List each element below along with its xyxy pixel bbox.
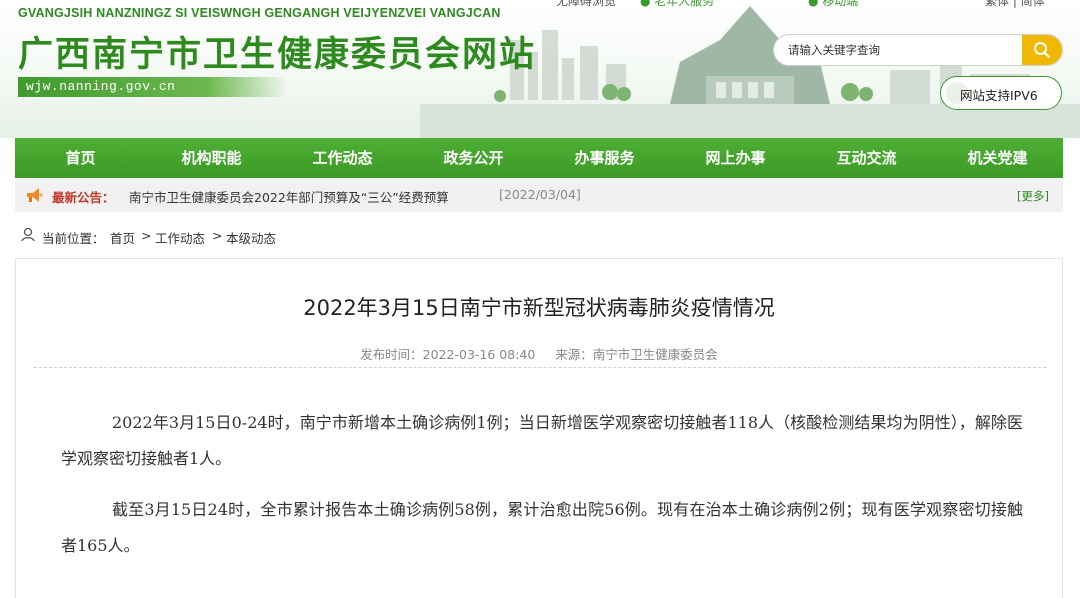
article-publish-time: 发布时间：2022-03-16 08:40 [360,347,536,362]
search-box [773,34,1063,66]
article-divider [34,367,1046,368]
ipv6-badge[interactable]: 网站支持IPV6 [940,76,1062,110]
article-paragraph: 截至3月15日24时，全市累计报告本土确诊病例58例，累计治愈出院56例。现有在… [61,500,1023,555]
search-button[interactable] [1022,35,1062,65]
article-source: 来源：南宁市卫生健康委员会 [555,347,718,362]
breadcrumb-prefix: 当前位置： [42,231,105,246]
article-title: 2022年3月15日南宁市新型冠状病毒肺炎疫情情况 [303,296,775,320]
location-user-icon [21,227,35,242]
site-title-pinyin: GVANGJSIH NANZNINGZ SI VEISWNGH GENGANGH… [18,6,501,20]
nav-item-government-affairs[interactable]: 政务公开 [408,138,539,178]
breadcrumb-separator: > [141,228,152,243]
ipv6-label: 网站支持IPV6 [960,88,1038,103]
notice-link[interactable]: 南宁市卫生健康委员会2022年部门预算及“三公”经费预算 [129,187,449,206]
article-meta: 发布时间：2022-03-16 08:40 来源：南宁市卫生健康委员会 [16,344,1062,363]
nav-item-functions[interactable]: 机构职能 [146,138,277,178]
nav-item-services[interactable]: 办事服务 [539,138,670,178]
site-title[interactable]: 广西南宁市卫生健康委员会网站 [18,26,536,77]
breadcrumb-item-work-news[interactable]: 工作动态 [155,228,205,247]
site-domain-strip: wjw.nanning.gov.cn [18,77,288,97]
search-input[interactable] [774,35,1024,65]
main-nav: 首页 机构职能 工作动态 政务公开 办事服务 网上办事 互动交流 机关党建 [15,138,1063,178]
notice-date: [2022/03/04] [499,187,581,202]
site-domain: wjw.nanning.gov.cn [26,79,176,94]
search-icon [1034,42,1050,58]
notice-label: 最新公告： [52,190,115,205]
article-paragraph: 2022年3月15日0-24时，南宁市新增本土确诊病例1例；当日新增医学观察密切… [61,413,1023,468]
notice-more-link[interactable]: [更多] [1017,188,1049,204]
megaphone-icon [27,188,43,202]
nav-item-interaction[interactable]: 互动交流 [801,138,932,178]
nav-item-party-building[interactable]: 机关党建 [932,138,1063,178]
nav-item-work-news[interactable]: 工作动态 [277,138,408,178]
breadcrumb-item-local-news[interactable]: 本级动态 [226,228,276,247]
nav-item-home[interactable]: 首页 [15,138,146,178]
article-panel: 2022年3月15日南宁市新型冠状病毒肺炎疫情情况 发布时间：2022-03-1… [15,258,1063,598]
breadcrumb-item-home[interactable]: 首页 [110,228,135,247]
notice-bar: 最新公告： 南宁市卫生健康委员会2022年部门预算及“三公”经费预算 [2022… [15,178,1063,212]
site-header: 无障碍浏览 ● 老年人服务 ● 移动端 繁体 | 简体 GVANGJSIH NA… [0,0,1080,138]
nav-item-online-services[interactable]: 网上办事 [670,138,801,178]
breadcrumb-separator: > [212,228,223,243]
